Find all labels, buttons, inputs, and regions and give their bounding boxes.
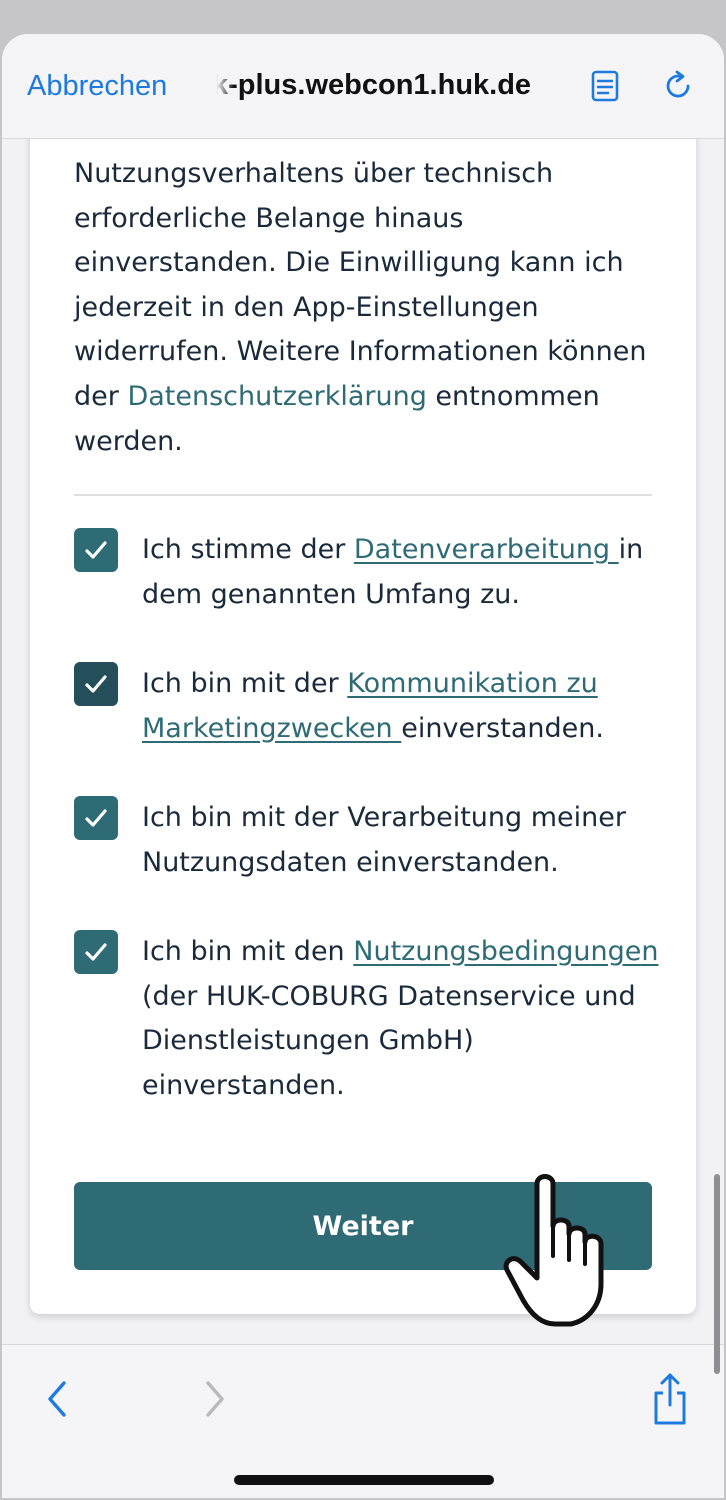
consent-label: Ich stimme der Datenverarbeitung in dem …: [142, 528, 662, 617]
share-icon[interactable]: [650, 1371, 690, 1427]
forward-chevron-icon[interactable]: [198, 1377, 232, 1421]
checkmark-icon: [85, 675, 107, 693]
checkbox-marketing[interactable]: [74, 662, 118, 706]
intro-text: Nutzungsverhaltens über technisch erford…: [74, 158, 647, 412]
home-indicator: [234, 1475, 494, 1485]
consent-text: einverstanden.: [401, 712, 604, 744]
consent-text: (der HUK-COBURG Datenservice und Dienstl…: [142, 980, 636, 1101]
browser-sheet: Abbrechen k-plus.webcon1.huk.de Nutzungs…: [2, 34, 724, 1498]
reload-icon[interactable]: [660, 68, 696, 104]
consent-text: Ich bin mit den: [142, 936, 354, 967]
checkbox-data-processing[interactable]: [74, 528, 118, 572]
consent-card: Nutzungsverhaltens über technisch erford…: [30, 94, 696, 1314]
divider: [74, 494, 652, 496]
bottom-toolbar: [2, 1344, 724, 1498]
url-field[interactable]: k-plus.webcon1.huk.de: [212, 69, 557, 102]
intro-paragraph: Nutzungsverhaltens über technisch erford…: [74, 152, 654, 464]
consent-label: Ich bin mit der Kommunikation zu Marketi…: [142, 662, 662, 751]
url-fade: [212, 69, 234, 102]
scrollbar[interactable]: [714, 1174, 720, 1374]
consent-text: Ich bin mit der: [142, 668, 348, 699]
consent-label: Ich bin mit den Nutzungsbedingungen (der…: [142, 930, 662, 1108]
reader-view-icon[interactable]: [587, 68, 623, 104]
checkmark-icon: [85, 943, 107, 961]
navigation-bar: Abbrechen k-plus.webcon1.huk.de: [2, 34, 724, 139]
checkmark-icon: [85, 541, 107, 559]
data-processing-link[interactable]: Datenverarbeitung: [354, 534, 619, 565]
consent-text: Ich bin mit der Verarbeitung meiner Nutz…: [142, 802, 626, 878]
consent-label: Ich bin mit der Verarbeitung meiner Nutz…: [142, 796, 662, 885]
terms-of-use-link[interactable]: Nutzungsbedingungen: [353, 936, 658, 967]
checkmark-icon: [85, 809, 107, 827]
checkbox-terms[interactable]: [74, 930, 118, 974]
cancel-button[interactable]: Abbrechen: [27, 70, 167, 103]
pointer-hand-icon: [503, 1174, 604, 1327]
consent-text: Ich stimme der: [142, 534, 354, 565]
window-frame: [0, 0, 726, 36]
back-chevron-icon[interactable]: [40, 1377, 74, 1421]
url-text: k-plus.webcon1.huk.de: [212, 69, 532, 101]
privacy-policy-link[interactable]: Datenschutzerklärung: [127, 381, 426, 412]
checkbox-usage-data[interactable]: [74, 796, 118, 840]
